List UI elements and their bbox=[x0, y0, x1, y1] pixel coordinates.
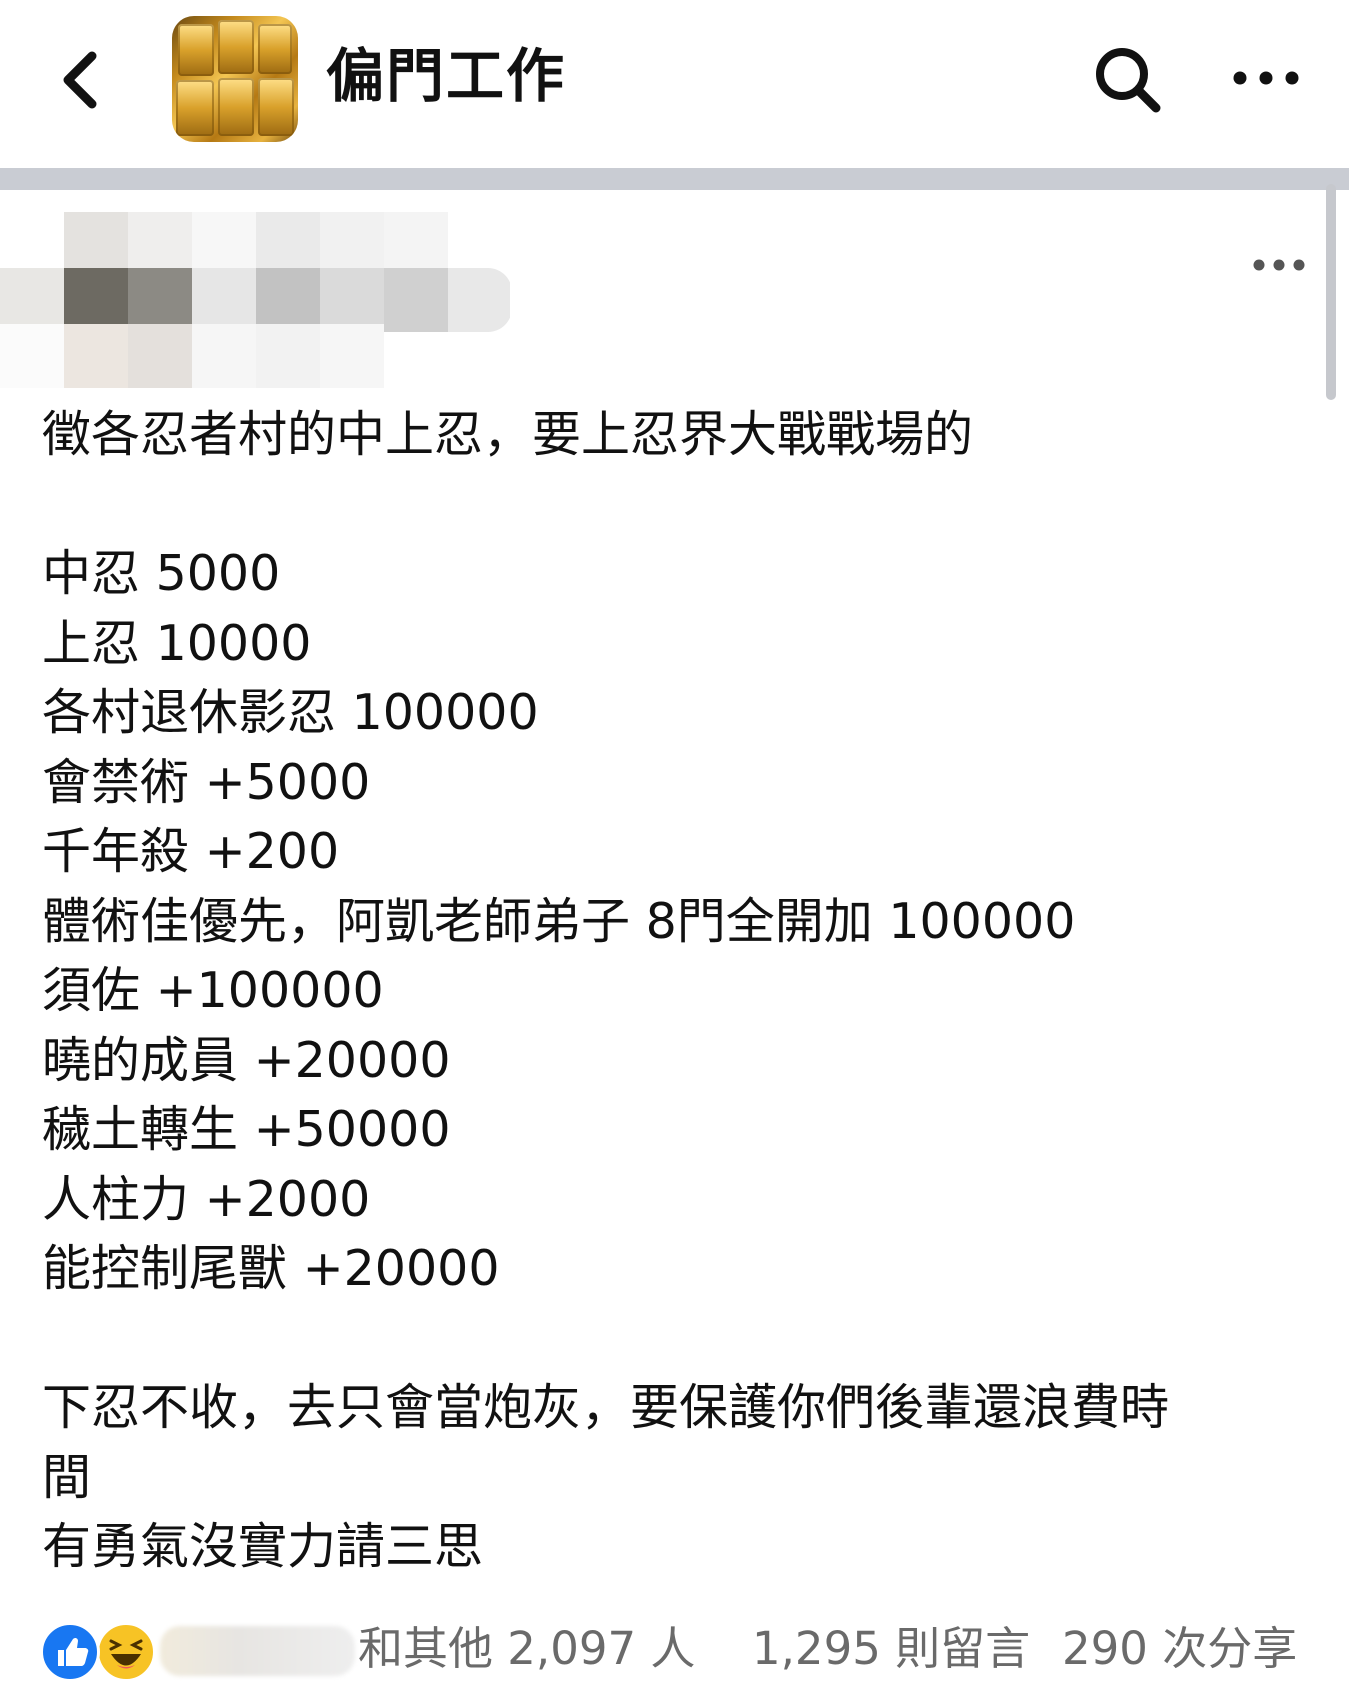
more-horizontal-icon bbox=[1253, 259, 1305, 271]
group-avatar[interactable] bbox=[172, 16, 298, 142]
post-line: 徵各忍者村的中上忍，要上忍界大戰戰場的 bbox=[42, 406, 974, 463]
search-button[interactable] bbox=[1090, 42, 1170, 122]
post-line: 須佐 +100000 bbox=[42, 962, 384, 1019]
reactions-bar: 和其他 2,097 人 1,295 則留言 290 次分享 bbox=[40, 1618, 1340, 1682]
author-name-blurred bbox=[0, 212, 510, 392]
post-line: 會禁術 +5000 bbox=[42, 753, 371, 811]
post-line: 上忍 10000 bbox=[42, 614, 312, 672]
post-line: 能控制尾獸 +20000 bbox=[42, 1240, 500, 1297]
post-line: 人柱力 +2000 bbox=[42, 1170, 371, 1228]
section-divider bbox=[0, 168, 1349, 190]
chevron-left-icon bbox=[63, 51, 97, 109]
comments-count[interactable]: 1,295 則留言 bbox=[752, 1618, 1030, 1680]
post-line: 有勇氣沒實力請三思 bbox=[42, 1518, 484, 1575]
post-text: 徵各忍者村的中上忍，要上忍界大戰戰場的 中忍 5000 上忍 10000 各村退… bbox=[42, 400, 1312, 1582]
more-horizontal-icon bbox=[1233, 71, 1299, 85]
post-line bbox=[42, 470, 1312, 540]
post-line: 下忍不收，去只會當炮灰，要保護你們後輩還浪費時 bbox=[42, 1379, 1170, 1436]
search-icon bbox=[1096, 48, 1161, 113]
post-line: 間 bbox=[42, 1448, 92, 1506]
reactor-name-blurred bbox=[160, 1626, 355, 1676]
haha-icon[interactable] bbox=[96, 1622, 156, 1682]
group-name[interactable]: 偏門工作 bbox=[326, 36, 566, 116]
post-line: 千年殺 +200 bbox=[42, 823, 340, 880]
reactions-count[interactable]: 和其他 2,097 人 bbox=[358, 1618, 695, 1680]
top-bar: 偏門工作 bbox=[0, 0, 1349, 168]
header-more-button[interactable] bbox=[1228, 60, 1308, 100]
post-line bbox=[42, 1304, 1312, 1374]
post-line: 中忍 5000 bbox=[42, 545, 281, 602]
post-more-button[interactable] bbox=[1250, 248, 1310, 282]
post-line: 穢土轉生 +50000 bbox=[42, 1101, 451, 1158]
post-line: 曉的成員 +20000 bbox=[42, 1031, 451, 1089]
shares-count[interactable]: 290 次分享 bbox=[1062, 1618, 1297, 1680]
back-button[interactable] bbox=[48, 40, 118, 120]
like-icon[interactable] bbox=[40, 1622, 100, 1682]
post-line: 各村退休影忍 100000 bbox=[42, 684, 539, 741]
post-line: 體術佳優先，阿凱老師弟子 8門全開加 100000 bbox=[42, 892, 1076, 950]
scrollbar[interactable] bbox=[1326, 184, 1336, 400]
